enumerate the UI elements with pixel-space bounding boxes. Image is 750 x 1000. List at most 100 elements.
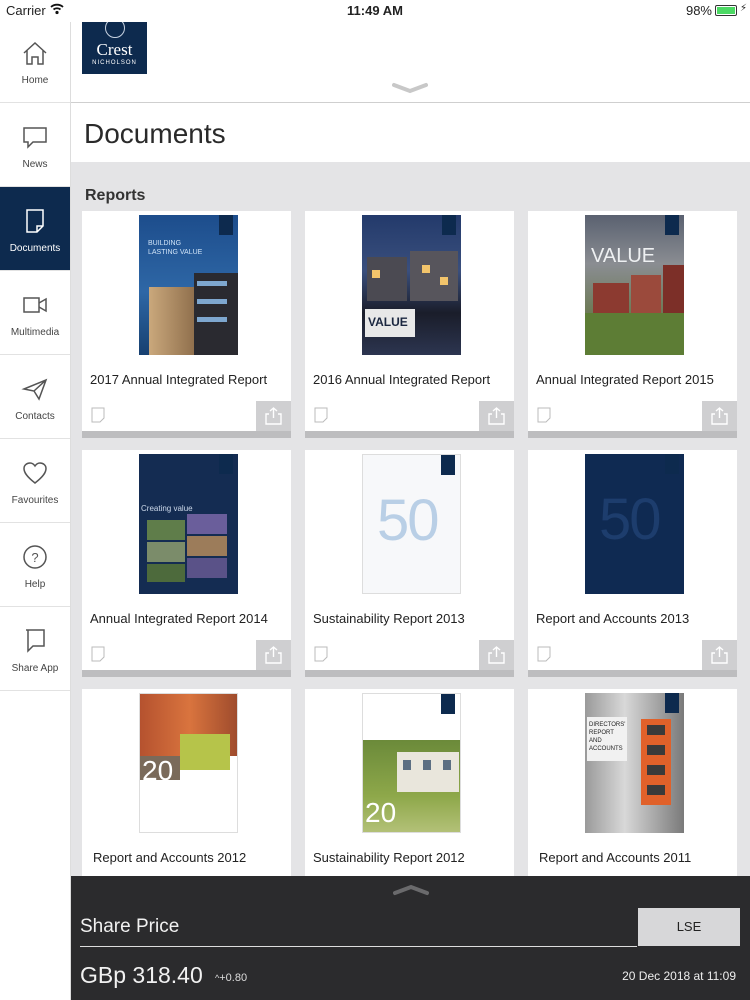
share-button[interactable] [479,640,514,670]
cover-text: 50 [599,487,661,552]
sidebar-item-contacts[interactable]: Contacts [0,355,70,439]
sidebar-item-label: Favourites [11,495,59,506]
share-price-label: Share Price [80,916,180,937]
share-price-value: GBp 318.40 [80,962,203,988]
divider [80,946,637,947]
share-icon [488,646,505,664]
sidebar-item-news[interactable]: News [0,103,70,187]
sidebar-item-label: Share App [11,663,59,674]
change-value: +0.80 [219,972,248,984]
report-card[interactable]: DIRECTORS' REPORT AND ACCOUNTS Report an… [528,689,737,876]
report-cover-image: BUILDING LASTING VALUE [139,215,238,355]
cover-text: 20 [365,797,397,828]
report-card[interactable]: 20 Sustainability Report 2012 [305,689,514,876]
cover-text: VALUE [591,245,656,267]
battery-icon [715,5,737,16]
share-icon [488,407,505,425]
report-title: Sustainability Report 2012 [313,850,465,865]
share-button[interactable] [702,640,737,670]
report-cover-image: VALUE [362,215,461,355]
share-icon [26,629,45,653]
chat-bubble-icon [23,127,47,149]
share-button[interactable] [479,401,514,431]
document-icon [26,209,44,233]
section-title: Reports [85,187,146,204]
cover-text: VALUE [368,315,408,329]
report-card[interactable]: VALUE 2016 Annual Integrated Report [305,211,514,438]
report-title: 2016 Annual Integrated Report [313,372,491,387]
documents-content[interactable]: Reports BUILDING LASTING VALUE 2017 Annu… [71,162,750,876]
cover-text: 50 [377,488,439,553]
document-icon [314,646,328,662]
report-cover-image: VALUE [585,215,684,355]
report-cover-image: DIRECTORS' REPORT AND ACCOUNTS [585,693,684,833]
document-icon [91,407,105,423]
home-icon [23,41,47,65]
charging-icon: ⚡ [739,3,747,14]
share-price-panel: Share Price LSE GBp 318.40 ^+0.80 20 Dec… [71,876,750,1000]
report-card[interactable]: 50 Report and Accounts 2013 [528,450,737,677]
share-price-change: ^+0.80 [215,972,247,984]
report-title: Annual Integrated Report 2015 [536,372,714,387]
share-icon [711,407,728,425]
report-card[interactable]: VALUE Annual Integrated Report 2015 [528,211,737,438]
help-circle-icon: ? [23,545,47,569]
share-icon [711,646,728,664]
sidebar-item-label: News [22,159,48,170]
paper-plane-icon [21,378,48,401]
share-button[interactable] [702,401,737,431]
report-cover-image: 20 [362,693,461,833]
report-card[interactable]: 20 Report and Accounts 2012 [82,689,291,876]
sidebar-item-help[interactable]: ? Help [0,523,70,607]
document-icon [537,407,551,423]
cover-text: Creating value [141,504,193,513]
report-cover-image: 50 [362,454,461,594]
sidebar-item-label: Documents [9,243,61,254]
report-card[interactable]: BUILDING LASTING VALUE 2017 Annual Integ… [82,211,291,438]
report-card[interactable]: 50 Sustainability Report 2013 [305,450,514,677]
cover-text: BUILDING LASTING VALUE [148,240,203,256]
sidebar-nav: Home News Documents Multimedia Contacts … [0,0,71,1000]
chevron-down-icon[interactable] [392,82,428,94]
header-divider [71,102,750,103]
sidebar-item-multimedia[interactable]: Multimedia [0,271,70,355]
sidebar-item-label: Help [24,579,46,590]
battery-percentage: 98% [685,3,712,18]
report-title: Annual Integrated Report 2014 [90,611,268,626]
document-icon [91,646,105,662]
sidebar-item-label: Multimedia [10,327,60,338]
exchange-button[interactable]: LSE [638,908,740,946]
sidebar-item-label: Home [21,75,49,86]
report-card[interactable]: Creating value Annual Integrated Report … [82,450,291,677]
report-cover-image: Creating value [139,454,238,594]
status-bar: Carrier 11:49 AM 98% ⚡ [0,0,750,22]
report-cover-image: 20 [139,693,238,833]
share-button[interactable] [256,640,291,670]
sidebar-item-share-app[interactable]: Share App [0,607,70,691]
chevron-up-icon[interactable] [393,884,429,896]
svg-text:?: ? [31,550,38,565]
report-title: Sustainability Report 2013 [313,611,465,626]
price-timestamp: 20 Dec 2018 at 11:09 [622,969,736,983]
share-icon [265,407,282,425]
report-title: 2017 Annual Integrated Report [90,372,268,387]
heart-icon [23,462,47,484]
cover-text: DIRECTORS' REPORT AND ACCOUNTS [589,722,626,752]
cover-text: 20 [142,755,174,786]
brand-sub: NICHOLSON [92,60,137,66]
page-title: Documents [84,118,226,149]
sidebar-item-home[interactable]: Home [0,19,70,103]
sidebar-item-label: Contacts [15,411,55,422]
video-camera-icon [23,297,47,313]
report-cover-image: 50 [585,454,684,594]
report-title: Report and Accounts 2013 [536,611,690,626]
document-icon [314,407,328,423]
sidebar-item-favourites[interactable]: Favourites [0,439,70,523]
share-button[interactable] [256,401,291,431]
report-title: Report and Accounts 2011 [539,850,692,865]
clock: 11:49 AM [347,3,403,18]
document-icon [537,646,551,662]
sidebar-item-documents[interactable]: Documents [0,187,70,271]
brand-name: Crest [96,40,133,59]
share-icon [265,646,282,664]
